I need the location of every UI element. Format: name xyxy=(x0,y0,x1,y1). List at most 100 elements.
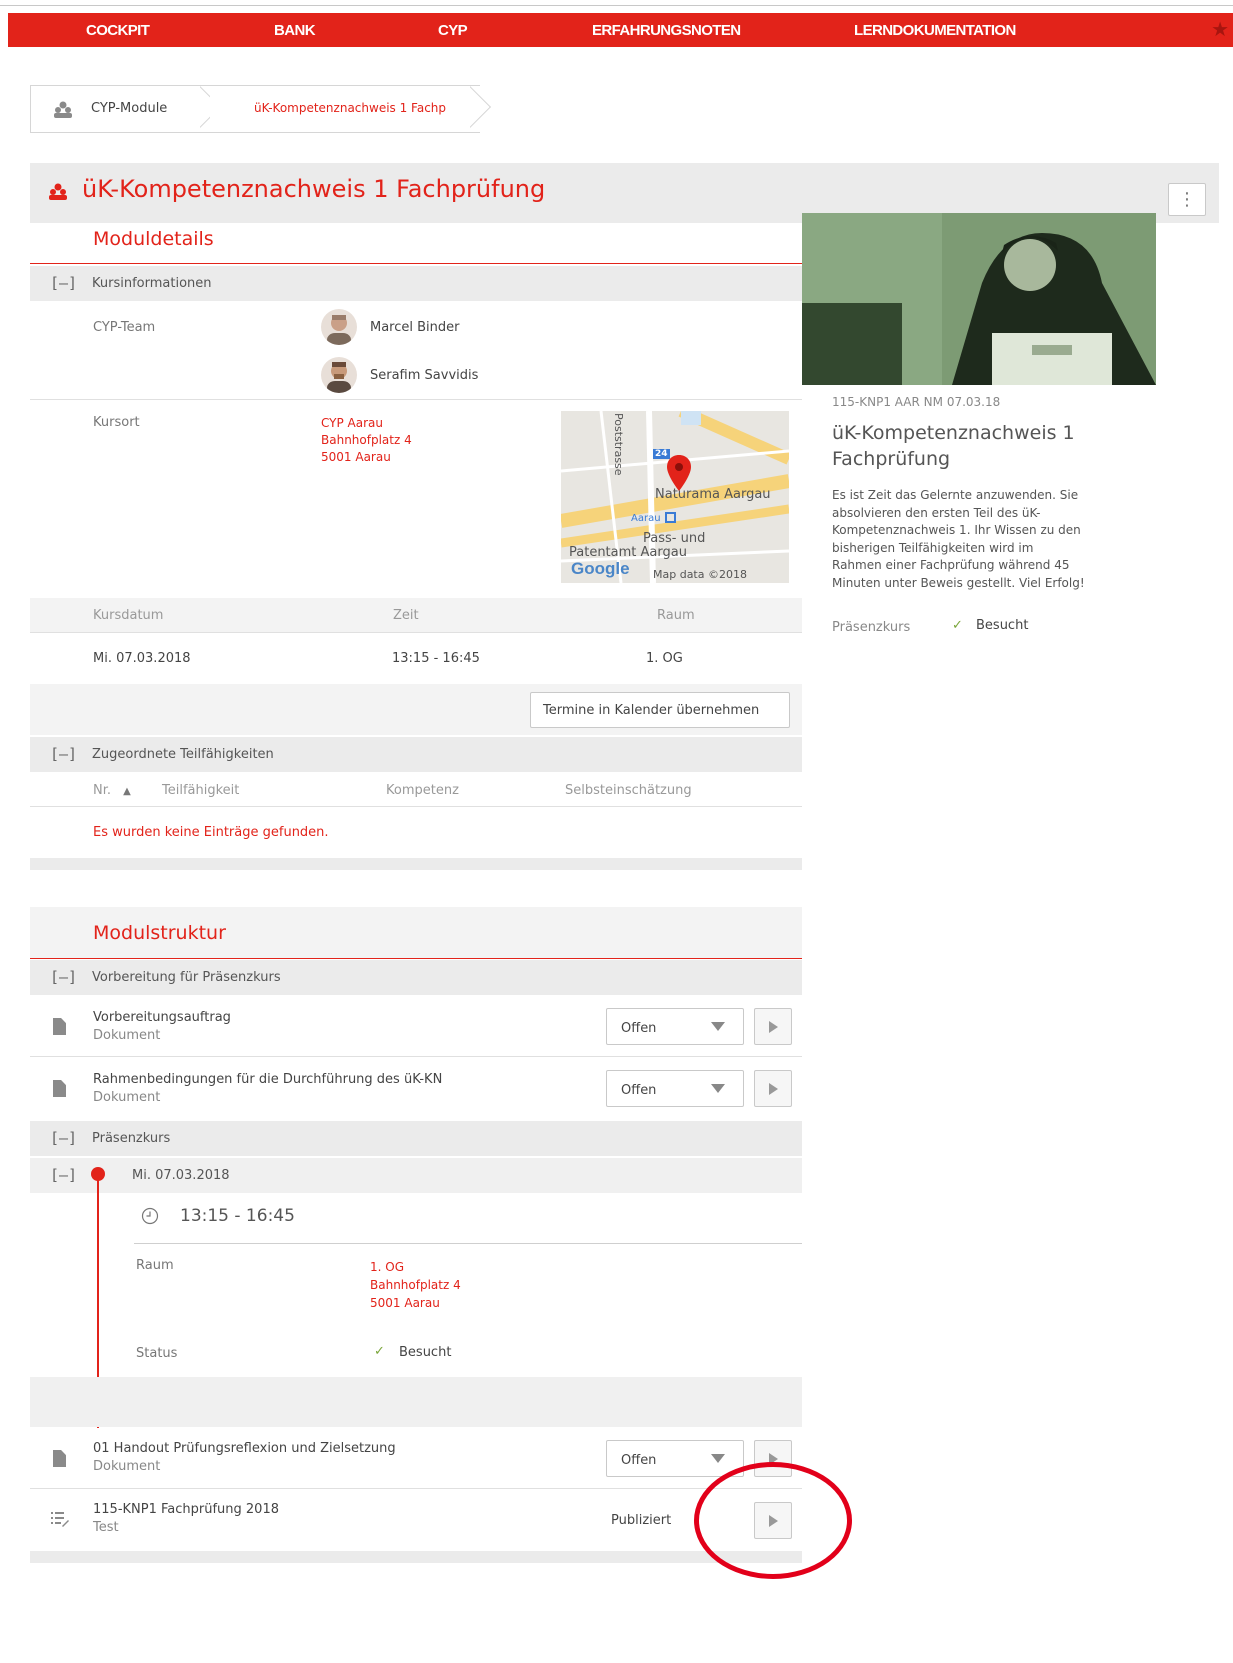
column-header: Zeit xyxy=(393,608,419,623)
section-footer xyxy=(30,1551,802,1563)
address-line: 5001 Aarau xyxy=(370,1296,440,1310)
status-label: Status xyxy=(136,1346,178,1361)
kebab-icon: ⋮ xyxy=(1178,189,1196,210)
description-line: Rahmen einer Fachprüfung während 45 xyxy=(832,558,1070,572)
session-time: 13:15 - 16:45 xyxy=(180,1206,295,1226)
map-credit: Map data ©2018 Google xyxy=(653,568,747,583)
top-border xyxy=(0,5,1233,6)
session-footer xyxy=(30,1377,802,1427)
table-cell: 1. OG xyxy=(646,651,683,666)
table-cell: 13:15 - 16:45 xyxy=(392,651,480,666)
chevron-down-icon xyxy=(711,1454,725,1463)
document-icon xyxy=(53,1080,66,1097)
address-line: Bahnhofplatz 4 xyxy=(370,1278,461,1292)
star-icon[interactable]: ★ xyxy=(1211,17,1229,41)
select-value: Offen xyxy=(621,1453,657,1468)
play-icon xyxy=(769,1021,778,1033)
description-line: Kompetenznachweis 1. Ihr Wissen zu den xyxy=(832,523,1081,537)
divider xyxy=(30,806,802,807)
status-select[interactable]: Offen xyxy=(606,1070,744,1107)
main-nav: COCKPIT BANK CYP ERFAHRUNGSNOTEN LERNDOK… xyxy=(8,13,1233,47)
collapse-icon[interactable]: [–] xyxy=(50,1166,77,1184)
column-header-nr[interactable]: Nr. ▲ xyxy=(93,783,131,798)
nav-item-lerndokumentation[interactable]: LERNDOKUMENTATION xyxy=(854,13,1016,47)
item-type: Dokument xyxy=(93,1090,161,1105)
nav-item-cockpit[interactable]: COCKPIT xyxy=(86,13,150,47)
item-type: Test xyxy=(93,1520,119,1535)
map-poi: Pass- und xyxy=(643,531,706,546)
play-icon xyxy=(769,1083,778,1095)
address-line: CYP Aarau xyxy=(321,416,384,430)
empty-message: Es wurden keine Einträge gefunden. xyxy=(93,825,329,840)
section-heading-moduldetails: Moduldetails xyxy=(93,228,214,250)
column-header-label: Nr. xyxy=(93,783,112,798)
button-label: Termine in Kalender übernehmen xyxy=(543,703,760,718)
map-pin-icon xyxy=(667,455,691,491)
address-line: 5001 Aarau xyxy=(321,450,391,464)
column-header: Kursdatum xyxy=(93,608,164,623)
breadcrumb-item-cyp-module[interactable]: CYP-Module xyxy=(30,85,210,133)
test-list-icon xyxy=(51,1512,69,1527)
room-label: Raum xyxy=(136,1258,174,1273)
description-line: absolvieren den ersten Teil des üK- xyxy=(832,505,1041,520)
address-line: Bahnhofplatz 4 xyxy=(321,433,412,447)
location-map[interactable]: Poststrasse 24 Naturama Aargau Aarau Pas… xyxy=(561,411,789,583)
item-title[interactable]: 115-KNP1 Fachprüfung 2018 xyxy=(93,1502,279,1517)
module-description: Es ist Zeit das Gelernte anzuwenden. Sie… xyxy=(832,487,1085,592)
divider xyxy=(30,1056,802,1057)
group-header-vorbereitung: [–] Vorbereitung für Präsenzkurs xyxy=(30,960,802,995)
description-line: Es ist Zeit das Gelernte anzuwenden. Sie xyxy=(832,488,1079,502)
play-button[interactable] xyxy=(754,1008,792,1045)
column-header[interactable]: Kompetenz xyxy=(386,783,459,798)
check-icon: ✓ xyxy=(952,618,963,633)
people-icon xyxy=(54,101,72,118)
collapse-icon[interactable]: [–] xyxy=(50,1129,77,1147)
collapse-icon[interactable]: [–] xyxy=(50,968,77,986)
table-header: Kursdatum Zeit Raum xyxy=(30,598,802,632)
item-title[interactable]: Vorbereitungsauftrag xyxy=(93,1010,231,1025)
map-poi: Patentamt Aargau xyxy=(569,545,687,560)
status-select[interactable]: Offen xyxy=(606,1008,744,1045)
divider xyxy=(30,632,802,633)
clock-icon xyxy=(141,1207,159,1225)
item-title[interactable]: Rahmenbedingungen für die Durchführung d… xyxy=(93,1072,442,1087)
title-line: üK-Kompetenznachweis 1 xyxy=(832,422,1075,444)
item-type: Dokument xyxy=(93,1459,161,1474)
nav-item-bank[interactable]: BANK xyxy=(274,13,316,47)
item-title[interactable]: 01 Handout Prüfungsreflexion und Zielset… xyxy=(93,1441,396,1456)
more-menu-button[interactable]: ⋮ xyxy=(1168,183,1206,216)
breadcrumb-label: CYP-Module xyxy=(91,101,168,116)
column-header[interactable]: Teilfähigkeit xyxy=(162,783,239,798)
page-title: üK-Kompetenznachweis 1 Fachprüfung xyxy=(82,175,546,203)
nav-item-erfahrungsnoten[interactable]: ERFAHRUNGSNOTEN xyxy=(592,13,741,47)
section-heading-modulstruktur: Modulstruktur xyxy=(93,922,226,944)
sidebar-title: üK-Kompetenznachweis 1 Fachprüfung xyxy=(832,420,1075,472)
team-member-name: Serafim Savvidis xyxy=(370,368,479,383)
group-header-teilfaehigkeiten: [–] Zugeordnete Teilfähigkeiten xyxy=(30,737,802,772)
room-address[interactable]: 1. OG Bahnhofplatz 4 5001 Aarau xyxy=(370,1258,461,1312)
heading-underline xyxy=(30,958,802,959)
sort-asc-icon: ▲ xyxy=(123,786,131,797)
play-button[interactable] xyxy=(754,1070,792,1107)
breadcrumb-label-current: üK-Kompetenznachweis 1 Fachp xyxy=(254,101,447,115)
group-header-praesenzkurs: [–] Präsenzkurs xyxy=(30,1121,802,1156)
collapse-icon[interactable]: [–] xyxy=(50,274,77,292)
kursort-address[interactable]: CYP Aarau Bahnhofplatz 4 5001 Aarau xyxy=(321,415,412,466)
module-code: 115-KNP1 AAR NM 07.03.18 xyxy=(832,395,1001,409)
collapse-icon[interactable]: [–] xyxy=(50,745,77,763)
map-street-label: Poststrasse xyxy=(612,413,625,476)
group-header-kursinformationen: [–] Kursinformationen xyxy=(30,266,802,301)
table-cell: Mi. 07.03.2018 xyxy=(93,651,191,666)
title-line: Fachprüfung xyxy=(832,448,951,470)
breadcrumb-item-current[interactable]: üK-Kompetenznachweis 1 Fachp xyxy=(210,85,480,133)
add-to-calendar-button[interactable]: Termine in Kalender übernehmen xyxy=(530,692,790,728)
status-select[interactable]: Offen xyxy=(606,1440,744,1477)
description-line: Minuten unter Beweis gestellt. Viel Erfo… xyxy=(832,575,1085,590)
section-footer xyxy=(30,858,802,870)
train-icon xyxy=(665,512,676,523)
select-value: Offen xyxy=(621,1021,657,1036)
top-bar: COCKPIT BANK CYP ERFAHRUNGSNOTEN LERNDOK… xyxy=(0,0,1233,48)
group-title: Vorbereitung für Präsenzkurs xyxy=(92,970,281,985)
nav-item-cyp[interactable]: CYP xyxy=(438,13,468,47)
column-header[interactable]: Selbsteinschätzung xyxy=(565,783,692,798)
